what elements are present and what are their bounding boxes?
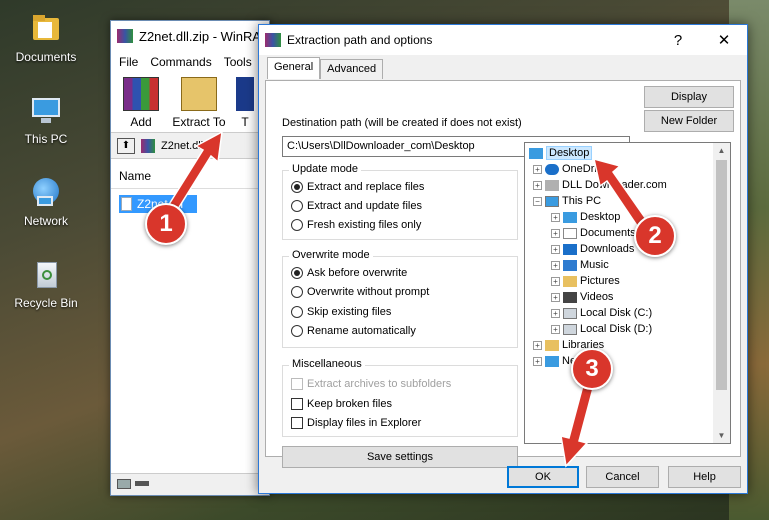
step-badge-2: 2 — [634, 215, 676, 257]
arrow-to-desktop — [592, 157, 649, 232]
annotation-arrows — [166, 130, 649, 468]
tab-general[interactable]: General — [267, 57, 321, 79]
step-badge-1: 1 — [145, 203, 187, 245]
arrow-to-extract-to — [166, 130, 223, 214]
step-badge-3: 3 — [571, 348, 613, 390]
arrow-to-ok — [560, 377, 596, 468]
